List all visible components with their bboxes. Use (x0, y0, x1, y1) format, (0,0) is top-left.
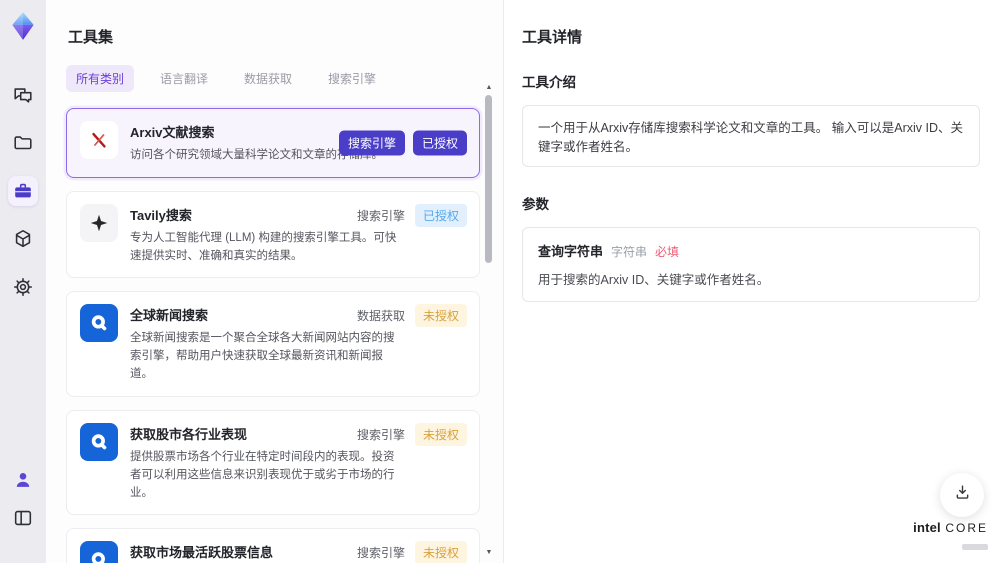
category-label: 搜索引擎 (356, 208, 405, 223)
scrollbar-down-arrow[interactable]: ▼ (484, 549, 494, 557)
parameter-required-flag: 必填 (655, 245, 680, 259)
auth-status-badge: 未授权 (414, 422, 467, 446)
parameter-name: 查询字符串 (538, 244, 604, 259)
tool-card-badges: 数据获取 未授权 (356, 304, 467, 328)
scrollbar-up-arrow[interactable]: ▲ (484, 84, 494, 92)
tool-card-badges: 搜索引擎 已授权 (356, 203, 467, 227)
parameter-header: 查询字符串 字符串 必填 (538, 241, 964, 260)
category-label: 搜索引擎 (356, 427, 405, 442)
parameter-type: 字符串 (611, 245, 648, 259)
parameter-card: 查询字符串 字符串 必填 用于搜索的Arxiv ID、关键字或作者姓名。 (522, 227, 980, 302)
page-title: 工具集 (68, 29, 114, 46)
list-scrollbar[interactable]: ▲ ▼ (484, 84, 494, 557)
core-wordmark: core (945, 521, 988, 535)
tool-card-tavily[interactable]: Tavily搜索 专为人工智能代理 (LLM) 构建的搜索引擎工具。可快速提供实… (66, 190, 480, 279)
panel-toggle-icon[interactable] (8, 503, 38, 533)
category-badge: 搜索引擎 (338, 130, 405, 156)
scrollbar-thumb[interactable] (485, 95, 492, 263)
news-search-icon (80, 304, 118, 343)
auth-status-badge: 已授权 (412, 130, 467, 156)
download-icon (953, 483, 972, 507)
tool-card-badges: 搜索引擎 未授权 (356, 422, 467, 446)
tab-search-engine[interactable]: 搜索引擎 (318, 65, 386, 92)
toolbox-icon[interactable] (8, 176, 38, 206)
intro-text-box: 一个用于从Arxiv存储库搜索科学论文和文章的工具。 输入可以是Arxiv ID… (522, 105, 980, 167)
user-icon[interactable] (8, 465, 38, 495)
tool-card-badges: 搜索引擎 已授权 (338, 130, 467, 156)
params-heading: 参数 (522, 197, 549, 212)
detail-title: 工具详情 (522, 29, 583, 46)
category-tabs: 所有类别 语言翻译 数据获取 搜索引擎 (66, 65, 503, 92)
app-window: 工具集 所有类别 语言翻译 数据获取 搜索引擎 Arxiv文献搜索 访问各个研究… (0, 0, 1000, 563)
tab-data-acquisition[interactable]: 数据获取 (234, 65, 302, 92)
tool-description: 专为人工智能代理 (LLM) 构建的搜索引擎工具。可快速提供实时、准确和真实的结… (130, 231, 397, 262)
settings-gear-icon[interactable] (8, 272, 38, 302)
folder-icon[interactable] (8, 128, 38, 158)
tab-language-translation[interactable]: 语言翻译 (150, 65, 218, 92)
download-button[interactable] (940, 473, 984, 517)
package-icon[interactable] (8, 224, 38, 254)
tool-card-global-news[interactable]: 全球新闻搜索 全球新闻搜索是一个聚合全球各大新闻网站内容的搜索引擎，帮助用户快速… (66, 291, 480, 397)
parameter-description: 用于搜索的Arxiv ID、关键字或作者姓名。 (538, 273, 770, 287)
auth-status-badge: 未授权 (414, 304, 467, 328)
tool-description: 全球新闻搜索是一个聚合全球各大新闻网站内容的搜索引擎，帮助用户快速获取全球最新资… (130, 332, 395, 381)
category-label: 搜索引擎 (356, 546, 405, 561)
tool-card-list: Arxiv文献搜索 访问各个研究领域大量科学论文和文章的存储库。 搜索引擎 已授… (66, 108, 480, 563)
ultra-badge-placeholder (962, 544, 988, 550)
arxiv-logo-icon (80, 121, 118, 159)
sparkle-star-icon (80, 203, 118, 242)
app-logo-icon (7, 10, 39, 42)
tool-list-panel: 工具集 所有类别 语言翻译 数据获取 搜索引擎 Arxiv文献搜索 访问各个研究… (46, 0, 504, 563)
news-search-icon (80, 541, 118, 563)
tool-card-badges: 搜索引擎 未授权 (357, 541, 467, 563)
category-label: 数据获取 (356, 309, 405, 324)
intro-heading: 工具介绍 (522, 75, 576, 90)
auth-status-badge: 未授权 (414, 541, 467, 563)
tool-card-most-active-stocks[interactable]: 获取市场最活跃股票信息 提供当天交易量最高的股票列表。投资者可以利用这些信息来识… (66, 528, 480, 563)
tab-all-categories[interactable]: 所有类别 (66, 65, 135, 92)
auth-status-badge: 已授权 (414, 203, 467, 227)
chat-icon[interactable] (8, 80, 38, 110)
intel-core-logo: intel core (913, 519, 988, 555)
left-rail (0, 0, 46, 563)
tool-card-arxiv[interactable]: Arxiv文献搜索 访问各个研究领域大量科学论文和文章的存储库。 搜索引擎 已授… (66, 108, 480, 178)
tool-detail-panel: 工具详情 工具介绍 一个用于从Arxiv存储库搜索科学论文和文章的工具。 输入可… (504, 0, 1000, 563)
tool-description: 提供股票市场各个行业在特定时间段内的表现。投资者可以利用这些信息来识别表现优于或… (130, 450, 395, 499)
news-search-icon (80, 422, 118, 461)
tool-card-sector-performance[interactable]: 获取股市各行业表现 提供股票市场各个行业在特定时间段内的表现。投资者可以利用这些… (66, 409, 480, 516)
intel-wordmark: intel (913, 520, 941, 535)
